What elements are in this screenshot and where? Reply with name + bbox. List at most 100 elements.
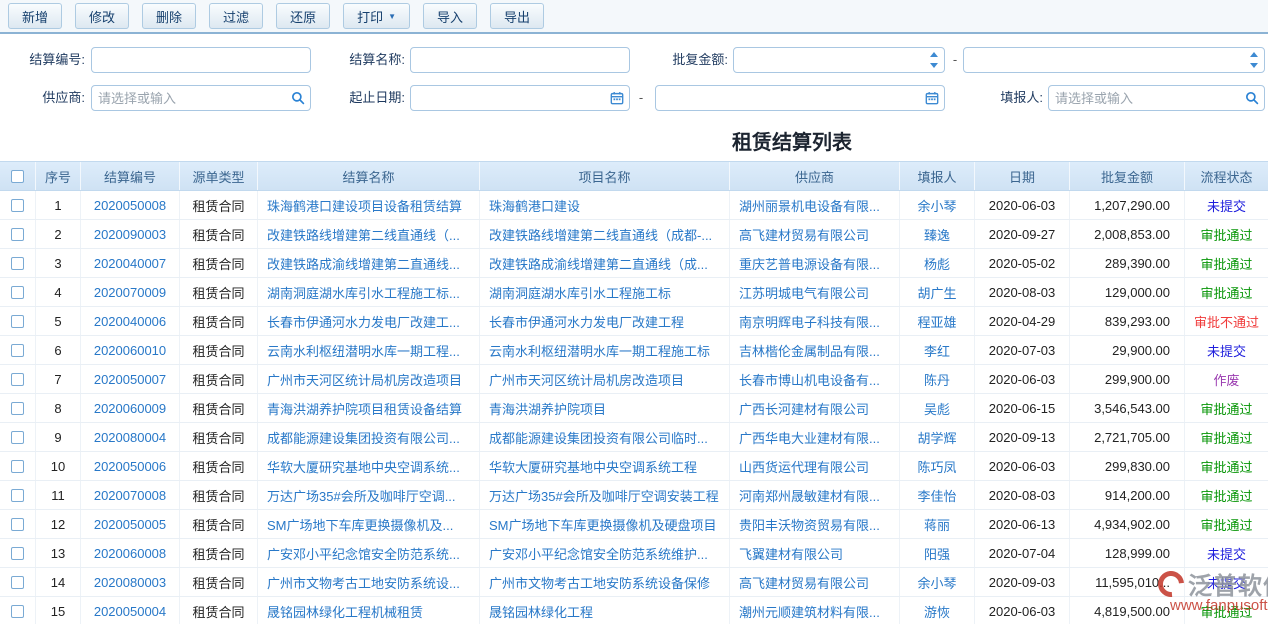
- row-checkbox[interactable]: [11, 576, 24, 589]
- cell-text-name[interactable]: 成都能源建设集团投资有限公司...: [267, 428, 460, 447]
- row-checkbox[interactable]: [11, 460, 24, 473]
- date-start-input[interactable]: [410, 85, 630, 111]
- cell-text-code[interactable]: 2020060010: [94, 343, 166, 358]
- table-row[interactable]: 12020050008租赁合同珠海鹤港口建设项目设备租赁结算珠海鹤港口建设湖州丽…: [0, 191, 1268, 220]
- cell-text-name[interactable]: 云南水利枢纽潜明水库一期工程...: [267, 341, 460, 360]
- cell-text-project[interactable]: 改建铁路线增建第二线直通线（成都-...: [489, 225, 712, 244]
- table-row[interactable]: 62020060010租赁合同云南水利枢纽潜明水库一期工程...云南水利枢纽潜明…: [0, 336, 1268, 365]
- row-checkbox[interactable]: [11, 315, 24, 328]
- row-checkbox[interactable]: [11, 286, 24, 299]
- cell-text-filler[interactable]: 余小琴: [917, 196, 956, 215]
- spinner-up-icon[interactable]: [1250, 52, 1258, 57]
- table-row[interactable]: 142020080003租赁合同广州市文物考古工地安防系统设...广州市文物考古…: [0, 568, 1268, 597]
- cell-text-project[interactable]: 成都能源建设集团投资有限公司临时...: [489, 428, 708, 447]
- cell-text-supplier[interactable]: 河南郑州晟敏建材有限...: [739, 486, 880, 505]
- spinner-down-icon[interactable]: [930, 63, 938, 68]
- cell-text-supplier[interactable]: 江苏明城电气有限公司: [739, 283, 869, 302]
- spinner-up-icon[interactable]: [930, 52, 938, 57]
- cell-text-supplier[interactable]: 山西货运代理有限公司: [739, 457, 869, 476]
- cell-text-filler[interactable]: 游恢: [924, 602, 950, 621]
- cell-text-name[interactable]: 晟铭园林绿化工程机械租赁: [267, 602, 423, 621]
- cell-text-project[interactable]: 广州市天河区统计局机房改造项目: [489, 370, 684, 389]
- amount-max-stepper[interactable]: [1248, 51, 1260, 69]
- cell-text-code[interactable]: 2020060008: [94, 546, 166, 561]
- row-checkbox[interactable]: [11, 344, 24, 357]
- restore-button[interactable]: 还原: [276, 3, 330, 29]
- cell-text-code[interactable]: 2020050006: [94, 459, 166, 474]
- cell-text-project[interactable]: 珠海鹤港口建设: [489, 196, 580, 215]
- row-checkbox[interactable]: [11, 431, 24, 444]
- cell-text-name[interactable]: 改建铁路成渝线增建第二直通线...: [267, 254, 460, 273]
- cell-text-name[interactable]: 广安邓小平纪念馆安全防范系统...: [267, 544, 460, 563]
- cell-text-supplier[interactable]: 长春市博山机电设备有...: [739, 370, 880, 389]
- filler-input[interactable]: [1048, 85, 1265, 111]
- table-row[interactable]: 92020080004租赁合同成都能源建设集团投资有限公司...成都能源建设集团…: [0, 423, 1268, 452]
- cell-text-code[interactable]: 2020050008: [94, 198, 166, 213]
- export-button[interactable]: 导出: [490, 3, 544, 29]
- cell-text-project[interactable]: 广州市文物考古工地安防系统设备保修: [489, 573, 710, 592]
- cell-text-supplier[interactable]: 广西华电大业建材有限...: [739, 428, 880, 447]
- row-checkbox[interactable]: [11, 402, 24, 415]
- cell-text-project[interactable]: 湖南洞庭湖水库引水工程施工标: [489, 283, 671, 302]
- cell-text-code[interactable]: 2020050004: [94, 604, 166, 619]
- cell-text-project[interactable]: 万达广场35#会所及咖啡厅空调安装工程: [489, 486, 719, 505]
- cell-text-name[interactable]: 广州市文物考古工地安防系统设...: [267, 573, 460, 592]
- row-checkbox[interactable]: [11, 228, 24, 241]
- cell-text-filler[interactable]: 程亚雄: [917, 312, 956, 331]
- cell-text-supplier[interactable]: 高飞建材贸易有限公司: [739, 573, 869, 592]
- cell-text-supplier[interactable]: 飞翼建材有限公司: [739, 544, 843, 563]
- row-checkbox[interactable]: [11, 373, 24, 386]
- table-row[interactable]: 52020040006租赁合同长春市伊通河水力发电厂改建工...长春市伊通河水力…: [0, 307, 1268, 336]
- cell-text-filler[interactable]: 陈巧凤: [917, 457, 956, 476]
- search-icon[interactable]: [291, 91, 305, 105]
- import-button[interactable]: 导入: [423, 3, 477, 29]
- cell-text-filler[interactable]: 胡学辉: [917, 428, 956, 447]
- table-row[interactable]: 32020040007租赁合同改建铁路成渝线增建第二直通线...改建铁路成渝线增…: [0, 249, 1268, 278]
- cell-text-supplier[interactable]: 潮州元顺建筑材料有限...: [739, 602, 880, 621]
- date-end-input[interactable]: [655, 85, 945, 111]
- table-row[interactable]: 132020060008租赁合同广安邓小平纪念馆安全防范系统...广安邓小平纪念…: [0, 539, 1268, 568]
- cell-text-project[interactable]: SM广场地下车库更换摄像机及硬盘项目: [489, 515, 717, 534]
- cell-text-supplier[interactable]: 南京明辉电子科技有限...: [739, 312, 880, 331]
- amount-min-stepper[interactable]: [928, 51, 940, 69]
- calendar-icon[interactable]: [610, 91, 624, 105]
- cell-text-supplier[interactable]: 重庆艺普电源设备有限...: [739, 254, 880, 273]
- delete-button[interactable]: 删除: [142, 3, 196, 29]
- cell-text-name[interactable]: 湖南洞庭湖水库引水工程施工标...: [267, 283, 460, 302]
- cell-text-name[interactable]: 青海洪湖养护院项目租赁设备结算: [267, 399, 462, 418]
- cell-text-name[interactable]: 珠海鹤港口建设项目设备租赁结算: [267, 196, 462, 215]
- row-checkbox[interactable]: [11, 547, 24, 560]
- table-row[interactable]: 72020050007租赁合同广州市天河区统计局机房改造项目广州市天河区统计局机…: [0, 365, 1268, 394]
- cell-text-code[interactable]: 2020080004: [94, 430, 166, 445]
- cell-text-project[interactable]: 晟铭园林绿化工程: [489, 602, 593, 621]
- table-row[interactable]: 152020050004租赁合同晟铭园林绿化工程机械租赁晟铭园林绿化工程潮州元顺…: [0, 597, 1268, 624]
- cell-text-code[interactable]: 2020060009: [94, 401, 166, 416]
- row-checkbox[interactable]: [11, 257, 24, 270]
- spinner-down-icon[interactable]: [1250, 63, 1258, 68]
- table-row[interactable]: 102020050006租赁合同华软大厦研究基地中央空调系统...华软大厦研究基…: [0, 452, 1268, 481]
- cell-text-filler[interactable]: 蒋丽: [924, 515, 950, 534]
- select-all-checkbox[interactable]: [11, 170, 24, 183]
- cell-text-name[interactable]: 广州市天河区统计局机房改造项目: [267, 370, 462, 389]
- edit-button[interactable]: 修改: [75, 3, 129, 29]
- cell-text-filler[interactable]: 陈丹: [924, 370, 950, 389]
- cell-text-supplier[interactable]: 湖州丽景机电设备有限...: [739, 196, 880, 215]
- add-button[interactable]: 新增: [8, 3, 62, 29]
- cell-text-project[interactable]: 改建铁路成渝线增建第二直通线（成...: [489, 254, 708, 273]
- cell-text-code[interactable]: 2020090003: [94, 227, 166, 242]
- cell-text-name[interactable]: 万达广场35#会所及咖啡厅空调...: [267, 486, 456, 505]
- amount-min-input[interactable]: [733, 47, 945, 73]
- cell-text-project[interactable]: 云南水利枢纽潜明水库一期工程施工标: [489, 341, 710, 360]
- search-icon[interactable]: [1245, 91, 1259, 105]
- cell-text-name[interactable]: 华软大厦研究基地中央空调系统...: [267, 457, 460, 476]
- row-checkbox[interactable]: [11, 199, 24, 212]
- cell-text-name[interactable]: 改建铁路线增建第二线直通线（...: [267, 225, 460, 244]
- cell-text-code[interactable]: 2020050007: [94, 372, 166, 387]
- cell-text-supplier[interactable]: 贵阳丰沃物资贸易有限...: [739, 515, 880, 534]
- cell-text-code[interactable]: 2020070009: [94, 285, 166, 300]
- table-row[interactable]: 82020060009租赁合同青海洪湖养护院项目租赁设备结算青海洪湖养护院项目广…: [0, 394, 1268, 423]
- row-checkbox[interactable]: [11, 518, 24, 531]
- cell-text-code[interactable]: 2020040006: [94, 314, 166, 329]
- filter-button[interactable]: 过滤: [209, 3, 263, 29]
- cell-text-code[interactable]: 2020050005: [94, 517, 166, 532]
